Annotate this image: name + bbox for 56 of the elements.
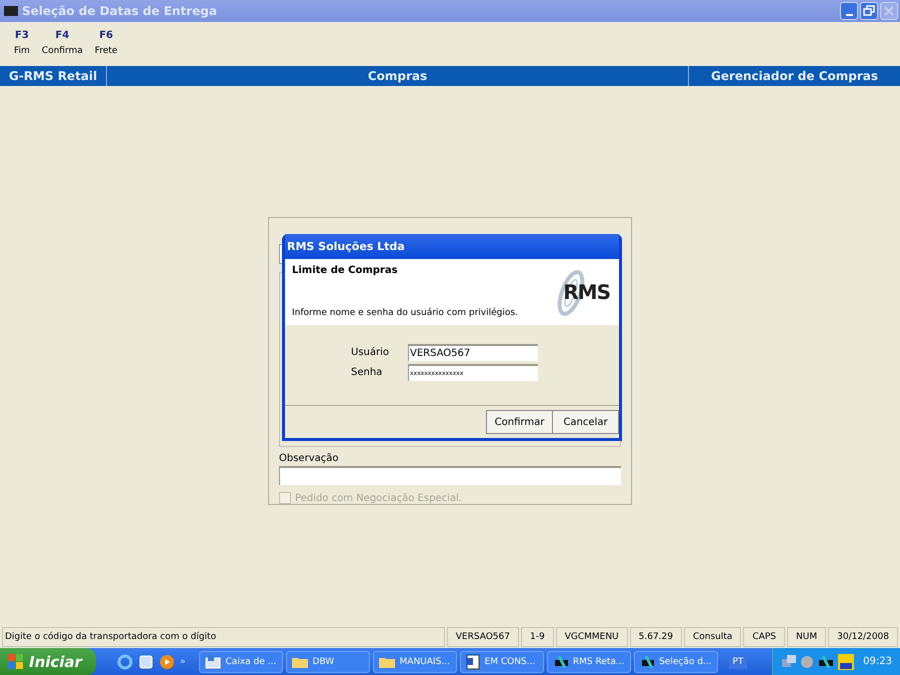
field-label: Senha — [351, 367, 384, 378]
status-cell: VGCMMENU — [556, 627, 628, 647]
taskbar-button[interactable]: Caixa de ... — [198, 650, 283, 672]
status-cell: Digite o código da transportadora com o dígito — [2, 627, 445, 647]
app-icon — [4, 6, 18, 16]
status-cell: NUM — [787, 627, 826, 647]
restore-icon — [863, 5, 875, 17]
taskbar-button[interactable]: MANUAIS... — [372, 650, 457, 672]
header-cell-text: Gerenciador de Compras — [710, 68, 880, 85]
header-cell: G-RMS Retail — [0, 66, 107, 86]
folder-icon — [292, 656, 308, 668]
rms-logo: RMS — [563, 280, 610, 304]
status-cell: 5.67.29 — [630, 627, 682, 647]
toolbar-button[interactable]: F6 Frete — [90, 30, 122, 66]
more-button[interactable]: » — [180, 656, 186, 666]
status-cell: 30/12/2008 — [828, 627, 898, 647]
mailbox-icon — [204, 654, 221, 668]
close-icon — [883, 5, 895, 17]
taskbar-button[interactable]: RMS Reta... — [546, 650, 631, 672]
input-field[interactable]: VERSAO567 — [408, 344, 538, 361]
restore-button[interactable] — [860, 2, 878, 20]
minimize-button[interactable] — [840, 2, 858, 20]
status-cell: VERSAO567 — [446, 627, 519, 647]
observation-field[interactable] — [279, 466, 621, 486]
taskbar-button[interactable]: Seleção d... — [634, 650, 718, 672]
header-cell: Compras — [107, 66, 689, 86]
document-icon — [466, 654, 480, 670]
status-cell: 1-9 — [520, 627, 554, 647]
clock: 09:23 — [863, 656, 892, 667]
toolbar-button[interactable]: F3 Fim — [10, 30, 34, 66]
rms-app-icon — [640, 656, 654, 668]
folder-icon — [378, 656, 395, 668]
dialog-button[interactable]: Cancelar — [552, 410, 619, 434]
media-player-icon[interactable] — [159, 654, 175, 670]
language-indicator[interactable]: PT — [728, 654, 748, 668]
field-label: Usuário — [351, 347, 390, 358]
dialog-heading: Limite de Compras — [292, 265, 399, 276]
start-button[interactable]: Iniciar — [0, 648, 96, 675]
window-title: Seleção de Datas de Entrega — [22, 4, 217, 18]
observation-label: Observação — [279, 453, 340, 464]
dialog-message: Informe nome e senha do usuário com privilégios. — [292, 308, 518, 318]
taskbar-button[interactable]: DBW — [286, 650, 370, 672]
desktop-icon[interactable] — [138, 654, 154, 670]
rms-app-icon — [552, 656, 568, 668]
status-cell: CAPS — [743, 627, 786, 647]
toolbar-button[interactable]: F4 Confirma — [38, 30, 87, 66]
rms-app-icon[interactable] — [817, 656, 836, 668]
browser-icon[interactable] — [117, 654, 133, 670]
taskbar-button[interactable]: EM CONS... — [460, 650, 544, 672]
dialog-button[interactable]: Confirmar — [486, 410, 553, 434]
dialog-title: RMS Soluções Ltda — [285, 234, 619, 259]
tray-app-icon[interactable] — [838, 654, 854, 670]
checkbox-label: Pedido com Negociação Especial. — [295, 492, 462, 504]
windows-flag-icon — [8, 654, 24, 669]
minimize-icon — [846, 14, 852, 16]
status-cell: Consulta — [684, 627, 742, 647]
